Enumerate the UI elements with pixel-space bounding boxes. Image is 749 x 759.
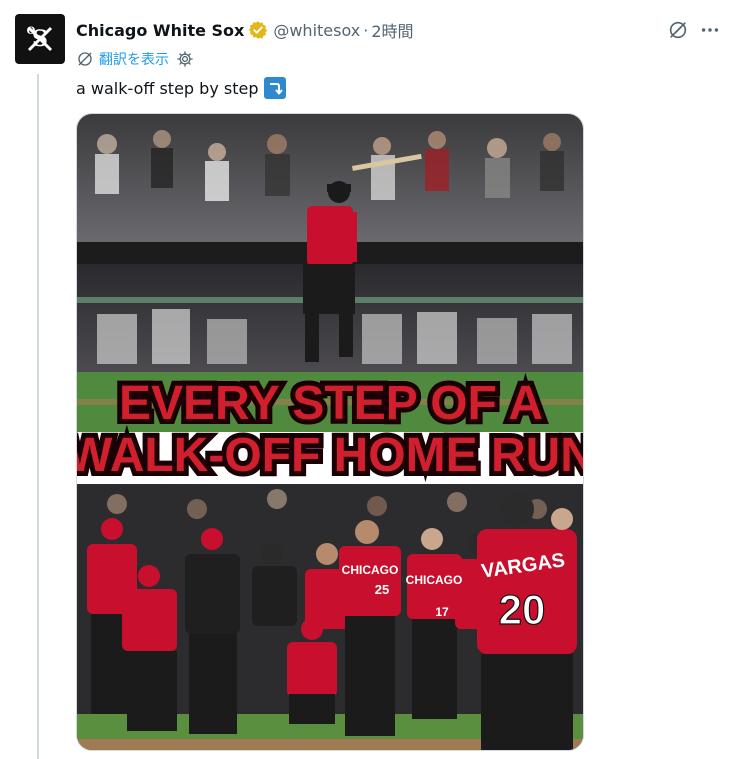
jersey-front-text-25: CHICAGO <box>342 563 399 577</box>
svg-text:O: O <box>27 26 36 37</box>
white-sox-logo: S O <box>27 26 53 52</box>
more-button[interactable] <box>697 17 723 43</box>
media-photo: EVERY STEP OF A EVERY STEP OF A WALK-OFF… <box>77 114 584 750</box>
gear-icon[interactable] <box>176 50 194 68</box>
jersey-number-17: 17 <box>435 605 449 619</box>
translate-row: 翻訳を表示 <box>76 49 194 69</box>
display-name[interactable]: Chicago White Sox <box>76 21 244 40</box>
headline-line-2: WALK-OFF HOME RUN <box>77 429 584 482</box>
separator: · <box>363 20 369 40</box>
timestamp[interactable]: 2時間 <box>371 18 413 42</box>
handle[interactable]: @whitesox <box>273 21 360 40</box>
grok-button[interactable] <box>665 17 691 43</box>
thread-line <box>37 74 39 759</box>
headline-line-1: EVERY STEP OF A <box>119 377 543 430</box>
tweet-text: a walk-off step by step <box>76 76 287 100</box>
translate-link[interactable]: 翻訳を表示 <box>99 49 169 69</box>
jersey-back-number: 20 <box>499 586 546 633</box>
verified-badge-icon <box>249 21 268 39</box>
grok-icon <box>669 21 687 39</box>
tweet-media-image[interactable]: EVERY STEP OF A EVERY STEP OF A WALK-OFF… <box>76 113 584 751</box>
translate-icon <box>78 52 92 66</box>
tweet-text-content: a walk-off step by step <box>76 78 259 98</box>
jersey-number-25: 25 <box>375 582 389 597</box>
arrow-right-curving-down-emoji <box>264 77 287 99</box>
tweet-header: Chicago White Sox @whitesox · 2時間 <box>76 18 414 42</box>
more-icon <box>701 28 719 32</box>
tweet[interactable]: S O Chicago White Sox @whitesox · 2時間 翻訳… <box>0 0 749 759</box>
jersey-front-text-17: CHICAGO <box>406 573 463 587</box>
avatar[interactable]: S O <box>15 14 65 64</box>
